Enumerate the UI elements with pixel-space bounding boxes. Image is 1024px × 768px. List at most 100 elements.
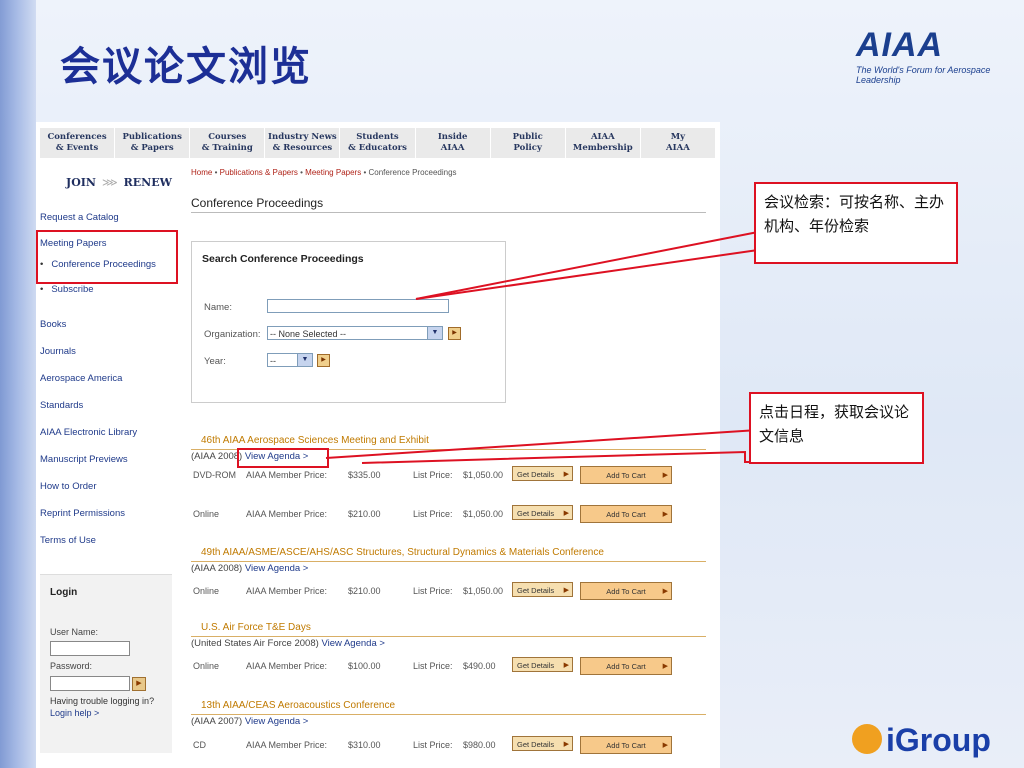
sidebar-reprint-permissions[interactable]: Reprint Permissions [40, 508, 125, 519]
conference-title[interactable]: U.S. Air Force T&E Days [201, 622, 311, 633]
search-title: Search Conference Proceedings [202, 253, 364, 265]
view-agenda-link[interactable]: View Agenda > [245, 716, 308, 727]
organization-select[interactable]: -- None Selected -- ▼ [267, 326, 443, 340]
format: Online [193, 509, 220, 519]
conference-source-text: (United States Air Force 2008) [191, 638, 319, 649]
sidebar-standards[interactable]: Standards [40, 400, 83, 411]
name-input[interactable] [267, 299, 449, 313]
get-details-label: Get Details [517, 740, 555, 749]
login-help-link[interactable]: Login help > [50, 708, 99, 718]
organization-go-button[interactable]: ▶ [448, 327, 461, 340]
get-details-label: Get Details [517, 661, 555, 670]
breadcrumb-home[interactable]: Home [191, 168, 212, 177]
member-price: $335.00 [348, 470, 381, 480]
format: Online [193, 661, 220, 671]
get-details-button[interactable]: Get Details ▶ [512, 582, 573, 597]
login-go-button[interactable]: ▶ [132, 677, 146, 691]
search-panel: Search Conference Proceedings Name: Orga… [191, 241, 506, 403]
sidebar-how-to-order[interactable]: How to Order [40, 481, 97, 492]
sidebar-books[interactable]: Books [40, 319, 66, 330]
conference-source: (AIAA 2008) View Agenda > [191, 563, 308, 574]
year-select[interactable]: -- ▼ [267, 353, 313, 367]
join-separator-icon: ⋙ [102, 176, 118, 189]
play-icon: ▶ [563, 587, 569, 594]
nav-industry-news[interactable]: Industry News & Resources [265, 128, 341, 158]
add-to-cart-button[interactable]: Add To Cart ▶ [580, 466, 672, 484]
view-agenda-link[interactable]: View Agenda > [245, 563, 308, 574]
password-input[interactable] [50, 676, 130, 691]
nav-students[interactable]: Students & Educators [340, 128, 416, 158]
chevron-down-icon: ▼ [297, 354, 312, 366]
breadcrumb-publications[interactable]: Publications & Papers [220, 168, 298, 177]
conference-title[interactable]: 46th AIAA Aerospace Sciences Meeting and… [201, 435, 429, 446]
breadcrumb-current: Conference Proceedings [368, 168, 457, 177]
sidebar-journals[interactable]: Journals [40, 346, 76, 357]
list-price: $490.00 [463, 661, 496, 671]
login-help: Having trouble logging in? Login help > [50, 695, 170, 719]
add-to-cart-button[interactable]: Add To Cart ▶ [580, 657, 672, 675]
add-to-cart-button[interactable]: Add To Cart ▶ [580, 736, 672, 754]
slide-title: 会议论文浏览 [60, 43, 312, 90]
play-icon: ▶ [662, 472, 668, 479]
nav-conferences[interactable]: Conferences & Events [40, 128, 116, 158]
join-link[interactable]: JOIN [66, 176, 96, 189]
sidebar-aerospace-america[interactable]: Aerospace America [40, 373, 122, 384]
format: Online [193, 586, 220, 596]
sidebar-manuscript-previews[interactable]: Manuscript Previews [40, 454, 128, 465]
sidebar-subscribe[interactable]: • Subscribe [40, 284, 94, 295]
get-details-button[interactable]: Get Details ▶ [512, 466, 573, 481]
year-label: Year: [204, 356, 226, 367]
price-row: DVD-ROM AIAA Member Price: $335.00 List … [193, 466, 713, 488]
aiaa-logo-tagline: The World's Forum for Aerospace Leadersh… [856, 65, 991, 85]
view-agenda-link[interactable]: View Agenda > [321, 638, 384, 649]
format: DVD-ROM [193, 470, 236, 480]
sidebar-electronic-library[interactable]: AIAA Electronic Library [40, 427, 137, 438]
conference-source: (United States Air Force 2008) View Agen… [191, 638, 385, 649]
get-details-button[interactable]: Get Details ▶ [512, 657, 573, 672]
format: CD [193, 740, 206, 750]
play-icon: ▶ [662, 511, 668, 518]
username-input[interactable] [50, 641, 130, 656]
nav-membership[interactable]: AIAA Membership [566, 128, 641, 158]
sidebar-terms-of-use[interactable]: Terms of Use [40, 535, 96, 546]
play-icon: ▶ [662, 742, 668, 749]
sidebar-request-catalog[interactable]: Request a Catalog [40, 212, 119, 223]
aiaa-logo: AIAA The World's Forum for Aerospace Lea… [856, 26, 1016, 88]
conference-source-text: (AIAA 2007) [191, 716, 243, 727]
list-price-label: List Price: [413, 586, 453, 596]
nav-courses[interactable]: Courses & Training [190, 128, 266, 158]
get-details-label: Get Details [517, 470, 555, 479]
nav-inside-aiaa[interactable]: Inside AIAA [416, 128, 491, 158]
conference-source-text: (AIAA 2008) [191, 563, 243, 574]
conference-title[interactable]: 13th AIAA/CEAS Aeroacoustics Conference [201, 700, 395, 711]
login-help-text: Having trouble logging in? [50, 696, 155, 706]
add-to-cart-label: Add To Cart [606, 662, 646, 671]
add-to-cart-button[interactable]: Add To Cart ▶ [580, 582, 672, 600]
breadcrumb-sep: • [300, 168, 303, 177]
organization-select-value: -- None Selected -- [270, 329, 347, 339]
add-to-cart-label: Add To Cart [606, 471, 646, 480]
renew-link[interactable]: RENEW [124, 176, 172, 189]
play-icon: ▶ [662, 663, 668, 670]
website-screenshot: Conferences & Events Publications & Pape… [36, 122, 720, 768]
igroup-logo-text: iGroup [886, 722, 991, 758]
list-price: $1,050.00 [463, 470, 504, 480]
search-callout: 会议检索：可按名称、主办机构、年份检索 [754, 182, 958, 264]
price-row: Online AIAA Member Price: $210.00 List P… [193, 505, 713, 527]
member-price-label: AIAA Member Price: [246, 740, 328, 750]
list-price: $1,050.00 [463, 586, 504, 596]
nav-publications[interactable]: Publications & Papers [115, 128, 191, 158]
conference-title[interactable]: 49th AIAA/ASME/ASCE/AHS/ASC Structures, … [201, 547, 604, 558]
get-details-button[interactable]: Get Details ▶ [512, 736, 573, 751]
add-to-cart-button[interactable]: Add To Cart ▶ [580, 505, 672, 523]
page-title-divider [191, 212, 706, 213]
page-title: Conference Proceedings [191, 196, 324, 210]
price-row: Online AIAA Member Price: $100.00 List P… [193, 657, 713, 679]
breadcrumb-meeting-papers[interactable]: Meeting Papers [305, 168, 361, 177]
get-details-button[interactable]: Get Details ▶ [512, 505, 573, 520]
nav-public-policy[interactable]: Public Policy [491, 128, 566, 158]
year-go-button[interactable]: ▶ [317, 354, 330, 367]
username-label: User Name: [50, 627, 99, 637]
igroup-logo: iGroup [852, 722, 991, 759]
nav-my-aiaa[interactable]: My AIAA [641, 128, 716, 158]
